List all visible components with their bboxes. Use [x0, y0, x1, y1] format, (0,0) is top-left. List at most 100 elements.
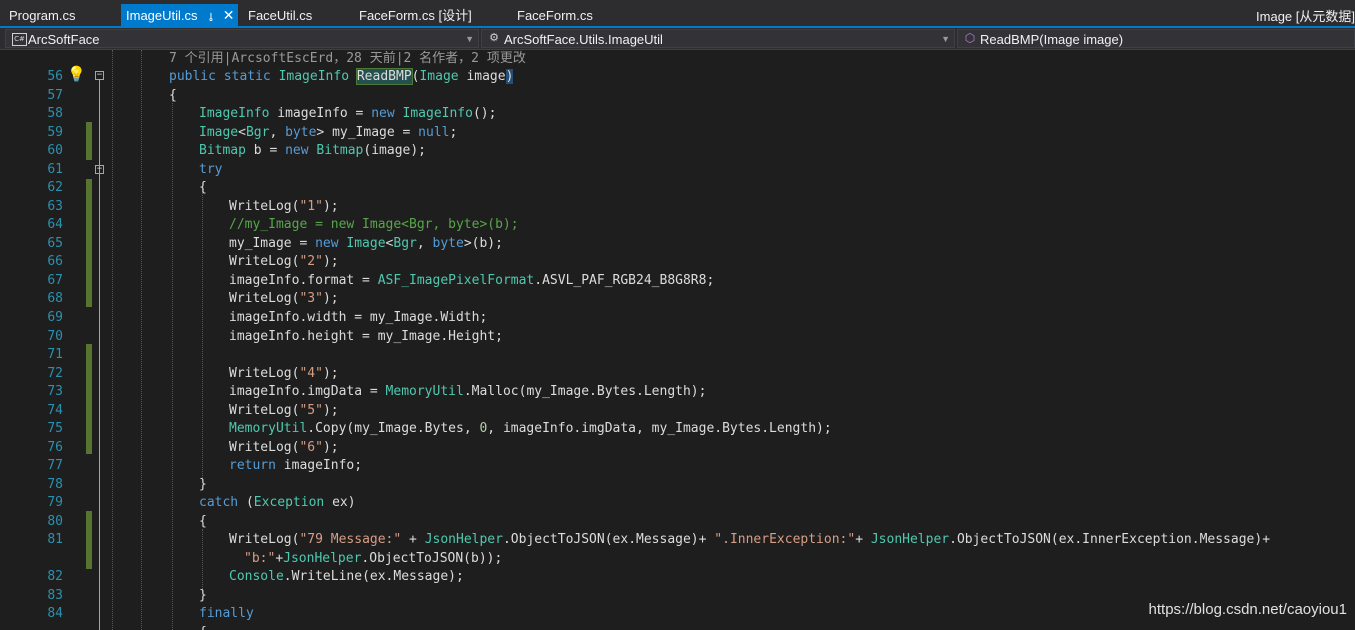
tab-label: ImageUtil.cs: [126, 8, 198, 23]
code-text: finally: [199, 606, 254, 621]
code-text: {: [199, 514, 207, 529]
tab-label: Image [从元数据]: [1256, 9, 1355, 24]
code-text: }: [199, 588, 207, 603]
tab-label: FaceForm.cs [设计]: [359, 8, 472, 23]
code-line: 80 {: [0, 512, 1355, 531]
code-text: WriteLog("2");: [229, 254, 339, 269]
tab-faceutil-cs[interactable]: FaceUtil.cs: [248, 6, 312, 26]
line-number: 83: [47, 588, 63, 603]
line-number: 81: [47, 532, 63, 547]
line-number: 67: [47, 273, 63, 288]
code-line: 71: [0, 345, 1355, 364]
csharp-project-icon: C#: [12, 33, 27, 46]
line-number: 69: [47, 310, 63, 325]
code-text: {: [199, 623, 207, 630]
code-text: WriteLog("5");: [229, 403, 339, 418]
class-icon: ⚙: [489, 32, 499, 44]
document-tab-bar: Program.cs ImageUtil.cs ⊸ ✕ FaceUtil.cs Fa…: [0, 0, 1355, 28]
code-text: imageInfo.imgData = MemoryUtil.Malloc(my…: [229, 384, 707, 399]
code-text: public static ImageInfo ReadBMP(Image im…: [169, 68, 514, 85]
code-line: 69 imageInfo.width = my_Image.Width;: [0, 308, 1355, 327]
code-line: 78 }: [0, 475, 1355, 494]
code-line: 61 try: [0, 160, 1355, 179]
codelens[interactable]: 7 个引用|ArcsoftEscErd，28 天前|2 名作者，2 项更改: [169, 50, 526, 68]
code-line: 58 ImageInfo imageInfo = new ImageInfo()…: [0, 104, 1355, 123]
code-line: 62 {: [0, 178, 1355, 197]
line-number: 59: [47, 125, 63, 140]
tab-faceform-cs[interactable]: FaceForm.cs: [517, 6, 593, 26]
code-line: 60 Bitmap b = new Bitmap(image);: [0, 141, 1355, 160]
code-text: imageInfo.width = my_Image.Width;: [229, 310, 488, 325]
code-text: WriteLog("1");: [229, 199, 339, 214]
line-number: 61: [47, 162, 63, 177]
line-number: 62: [47, 180, 63, 195]
code-line: 68 WriteLog("3");: [0, 289, 1355, 308]
code-text: WriteLog("6");: [229, 440, 339, 455]
line-number: 56: [47, 69, 63, 84]
code-text: ImageInfo imageInfo = new ImageInfo();: [199, 106, 497, 121]
pin-icon[interactable]: ⊸: [199, 12, 221, 21]
code-line-wrap: "b:"+JsonHelper.ObjectToJSON(b));: [0, 549, 1355, 568]
line-number: 75: [47, 421, 63, 436]
line-number: 82: [47, 569, 63, 584]
code-line: {: [0, 623, 1355, 630]
code-line: 65 my_Image = new Image<Bgr, byte>(b);: [0, 234, 1355, 253]
code-line: 💡 56 public static ImageInfo ReadBMP(Ima…: [0, 66, 1355, 86]
code-line: 63 WriteLog("1");: [0, 197, 1355, 216]
line-number: 60: [47, 143, 63, 158]
lightbulb-icon[interactable]: 💡: [67, 66, 86, 84]
chevron-down-icon: ▼: [941, 34, 950, 44]
code-text: imageInfo.format = ASF_ImagePixelFormat.…: [229, 273, 715, 288]
tab-label: FaceForm.cs: [517, 8, 593, 23]
line-number: 57: [47, 88, 63, 103]
line-number: 71: [47, 347, 63, 362]
line-number: 77: [47, 458, 63, 473]
navigation-bar: C# ArcSoftFace ▼ ⚙ ArcSoftFace.Utils.Ima…: [0, 28, 1355, 50]
line-number: 63: [47, 199, 63, 214]
watermark: https://blog.csdn.net/caoyiou1: [1148, 601, 1347, 618]
code-text: WriteLog("3");: [229, 291, 339, 306]
code-line: 64 //my_Image = new Image<Bgr, byte>(b);: [0, 215, 1355, 234]
line-number: 80: [47, 514, 63, 529]
code-text: Console.WriteLine(ex.Message);: [229, 569, 464, 584]
line-number: 68: [47, 291, 63, 306]
tab-imageutil-cs[interactable]: ImageUtil.cs ⊸ ✕: [121, 4, 239, 26]
code-line: 76 WriteLog("6");: [0, 438, 1355, 457]
line-number: 78: [47, 477, 63, 492]
tab-label: Program.cs: [9, 8, 76, 23]
code-text: try: [199, 162, 223, 177]
code-editor[interactable]: − − 7 个引用|ArcsoftEscErd，28 天前|2 名作者，2 项更…: [0, 50, 1355, 630]
project-label: ArcSoftFace: [28, 32, 100, 47]
line-number: 72: [47, 366, 63, 381]
tab-image-metadata[interactable]: Image [从元数据]: [1256, 6, 1355, 25]
code-line: 81 WriteLog("79 Message:" + JsonHelper.O…: [0, 530, 1355, 549]
code-text: {: [199, 180, 207, 195]
line-number: 64: [47, 217, 63, 232]
code-line: 66 WriteLog("2");: [0, 252, 1355, 271]
code-text: {: [169, 88, 177, 103]
code-text: my_Image = new Image<Bgr, byte>(b);: [229, 236, 503, 251]
class-dropdown[interactable]: ⚙ ArcSoftFace.Utils.ImageUtil ▼: [481, 29, 955, 48]
code-line: 74 WriteLog("5");: [0, 401, 1355, 420]
code-line: 79 catch (Exception ex): [0, 493, 1355, 512]
code-line: 57 {: [0, 86, 1355, 105]
line-number: 70: [47, 329, 63, 344]
code-line: 72 WriteLog("4");: [0, 364, 1355, 383]
code-text: //my_Image = new Image<Bgr, byte>(b);: [229, 217, 519, 232]
code-text: "b:"+JsonHelper.ObjectToJSON(b));: [244, 551, 503, 566]
code-line: 59 Image<Bgr, byte> my_Image = null;: [0, 123, 1355, 142]
line-number: 73: [47, 384, 63, 399]
member-dropdown[interactable]: ⬡ ReadBMP(Image image): [957, 29, 1355, 48]
line-number: 66: [47, 254, 63, 269]
code-text: Image<Bgr, byte> my_Image = null;: [199, 125, 458, 140]
tab-faceform-designer[interactable]: FaceForm.cs [设计]: [359, 6, 472, 26]
tab-program-cs[interactable]: Program.cs: [9, 6, 75, 26]
code-text: imageInfo.height = my_Image.Height;: [229, 329, 503, 344]
code-line: 75 MemoryUtil.Copy(my_Image.Bytes, 0, im…: [0, 419, 1355, 438]
close-icon[interactable]: ✕: [223, 4, 235, 26]
project-dropdown[interactable]: C# ArcSoftFace ▼: [5, 29, 479, 48]
code-line: 77 return imageInfo;: [0, 456, 1355, 475]
method-icon: ⬡: [964, 31, 976, 45]
code-text: }: [199, 477, 207, 492]
line-number: 79: [47, 495, 63, 510]
